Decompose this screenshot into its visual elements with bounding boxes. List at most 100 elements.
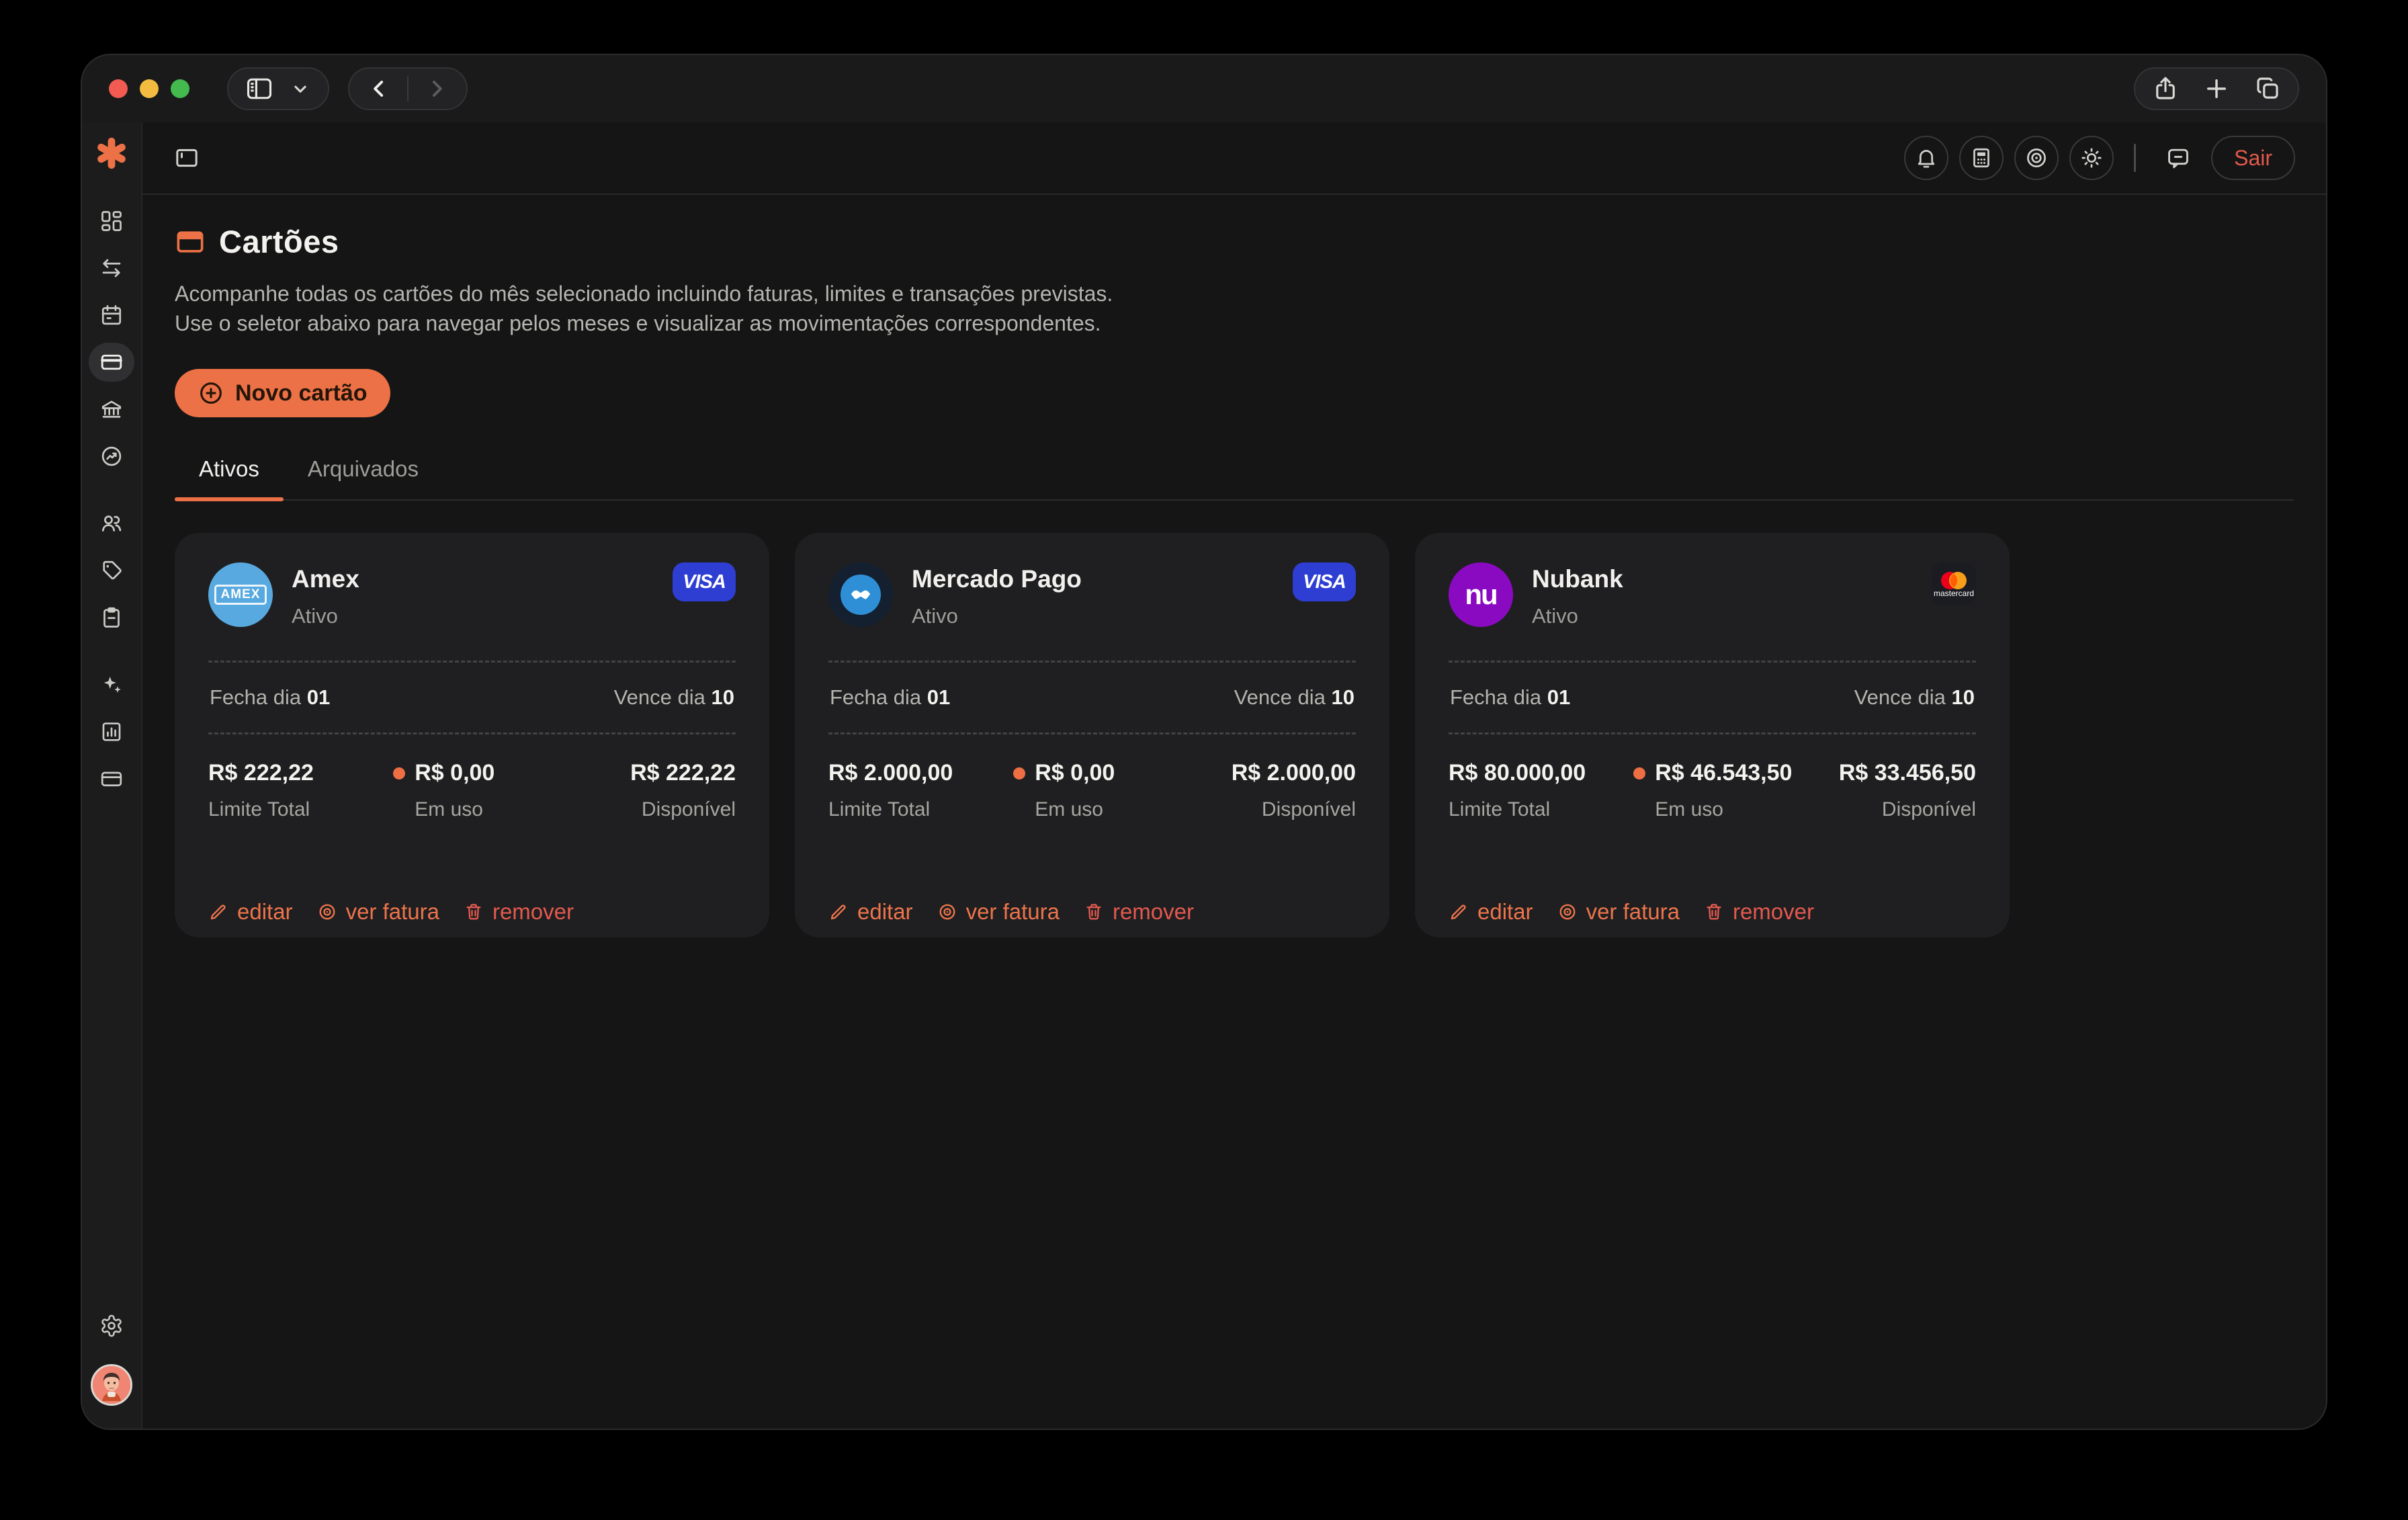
card-actions: editar ver fatura remover <box>828 899 1356 925</box>
close-window-button[interactable] <box>109 79 128 98</box>
view-invoice-link[interactable]: ver fatura <box>937 899 1060 925</box>
mercado-pago-avatar <box>828 562 893 627</box>
view-invoice-link[interactable]: ver fatura <box>1557 899 1680 925</box>
page-title: Cartões <box>219 223 339 260</box>
tab-arquivados[interactable]: Arquivados <box>284 456 443 499</box>
logout-button[interactable]: Sair <box>2211 136 2295 180</box>
remove-card-link[interactable]: remover <box>1084 899 1194 925</box>
back-button[interactable] <box>366 75 392 102</box>
handshake-icon <box>841 575 881 615</box>
stat-available: R$ 222,22 Disponível <box>564 760 736 821</box>
trash-icon <box>464 902 484 922</box>
stat-available: R$ 33.456,50 Disponível <box>1805 760 1976 821</box>
amex-avatar: AMEX <box>208 562 273 627</box>
available-label: Disponível <box>1262 798 1356 821</box>
target-icon <box>1557 902 1578 922</box>
due-day: Vence dia 10 <box>1234 685 1354 710</box>
new-card-label: Novo cartão <box>235 380 368 407</box>
dashboard-icon <box>99 209 124 233</box>
forward-button[interactable] <box>423 75 450 102</box>
tab-overview-icon[interactable] <box>2253 75 2282 103</box>
sidebar-item-dashboard[interactable] <box>89 202 134 241</box>
sidebar-item-reports[interactable] <box>89 712 134 751</box>
sidebar-item-calendar[interactable] <box>89 296 134 335</box>
privacy-eye-button[interactable] <box>2014 136 2059 180</box>
user-avatar[interactable] <box>91 1364 132 1406</box>
stat-used: R$ 0,00 Em uso <box>1013 760 1185 821</box>
sidebar-item-members[interactable] <box>89 504 134 543</box>
close-day: Fecha dia 01 <box>830 685 950 710</box>
sun-icon <box>2079 146 2104 170</box>
remove-card-link[interactable]: remover <box>1704 899 1814 925</box>
sidebar-item-categories[interactable] <box>89 551 134 590</box>
panel-left-icon <box>245 74 274 103</box>
sidebar-item-transactions[interactable] <box>89 249 134 288</box>
page-title-row: Cartões <box>175 223 2294 260</box>
tab-ativos[interactable]: Ativos <box>175 456 284 499</box>
used-label: Em uso <box>1633 798 1805 821</box>
close-day: Fecha dia 01 <box>210 685 330 710</box>
target-icon <box>937 902 957 922</box>
minimize-window-button[interactable] <box>140 79 159 98</box>
card-name: Amex <box>292 565 359 593</box>
view-invoice-link[interactable]: ver fatura <box>317 899 439 925</box>
window-actions-group <box>2134 67 2299 110</box>
sidebar-item-cards[interactable] <box>89 343 134 382</box>
card-name: Nubank <box>1532 565 1623 593</box>
visa-badge: VISA <box>673 562 736 601</box>
chat-icon <box>2165 145 2191 171</box>
edit-card-link[interactable]: editar <box>1449 899 1533 925</box>
asterisk-icon <box>95 136 128 170</box>
card-status: Ativo <box>912 604 1082 628</box>
sidebar-item-accounts[interactable] <box>89 390 134 429</box>
card-stats: R$ 2.000,00 Limite Total R$ 0,00 Em uso … <box>828 734 1356 821</box>
sidebar-item-settings[interactable] <box>89 1306 134 1345</box>
card-header: nu Nubank Ativo <box>1449 562 1976 628</box>
avatar-illustration <box>93 1366 130 1404</box>
notifications-button[interactable] <box>1904 136 1948 180</box>
gear-icon <box>99 1314 124 1338</box>
report-icon <box>99 720 124 744</box>
used-dot <box>1633 767 1645 779</box>
sidebar-item-wallet[interactable] <box>89 759 134 798</box>
trash-icon <box>1704 902 1724 922</box>
pencil-icon <box>828 902 849 922</box>
new-tab-icon[interactable] <box>2202 75 2231 103</box>
card-name: Mercado Pago <box>912 565 1082 593</box>
card-title-block: Nubank Ativo <box>1532 562 1623 628</box>
remove-card-link[interactable]: remover <box>464 899 574 925</box>
sidebar-item-planner[interactable] <box>89 598 134 637</box>
stat-limit: R$ 80.000,00 Limite Total <box>1449 760 1633 821</box>
sidebar-item-ai[interactable] <box>89 665 134 704</box>
available-value: R$ 2.000,00 <box>1232 760 1356 786</box>
credit-card-mercado-pago: Mercado Pago Ativo VISA Fecha dia 01 <box>795 533 1389 937</box>
new-card-button[interactable]: Novo cartão <box>175 369 390 417</box>
traffic-lights <box>109 79 189 98</box>
tag-icon <box>99 558 124 583</box>
used-value: R$ 0,00 <box>393 760 564 786</box>
sidebar-toggle-group[interactable] <box>227 67 329 110</box>
app-header: Sair <box>142 122 2326 195</box>
limit-value: R$ 80.000,00 <box>1449 760 1633 786</box>
feedback-button[interactable] <box>2156 136 2200 180</box>
edit-card-link[interactable]: editar <box>208 899 293 925</box>
available-value: R$ 222,22 <box>630 760 736 786</box>
theme-button[interactable] <box>2069 136 2114 180</box>
card-actions: editar ver fatura remover <box>208 899 736 925</box>
stat-available: R$ 2.000,00 Disponível <box>1185 760 1356 821</box>
bank-icon <box>99 397 124 421</box>
sidebar <box>82 122 142 1429</box>
trend-icon <box>99 444 124 468</box>
edit-card-link[interactable]: editar <box>828 899 913 925</box>
calculator-button[interactable] <box>1959 136 2004 180</box>
network-badge: VISA <box>1293 562 1356 601</box>
header-divider <box>2134 144 2136 172</box>
zoom-window-button[interactable] <box>171 79 189 98</box>
collapse-sidebar-icon[interactable] <box>173 144 200 171</box>
history-nav-group <box>348 67 468 110</box>
sidebar-item-performance[interactable] <box>89 437 134 476</box>
available-label: Disponível <box>642 798 736 821</box>
mastercard-badge: mastercard <box>1932 562 1976 605</box>
share-icon[interactable] <box>2151 75 2180 103</box>
header-actions: Sair <box>1904 136 2295 180</box>
